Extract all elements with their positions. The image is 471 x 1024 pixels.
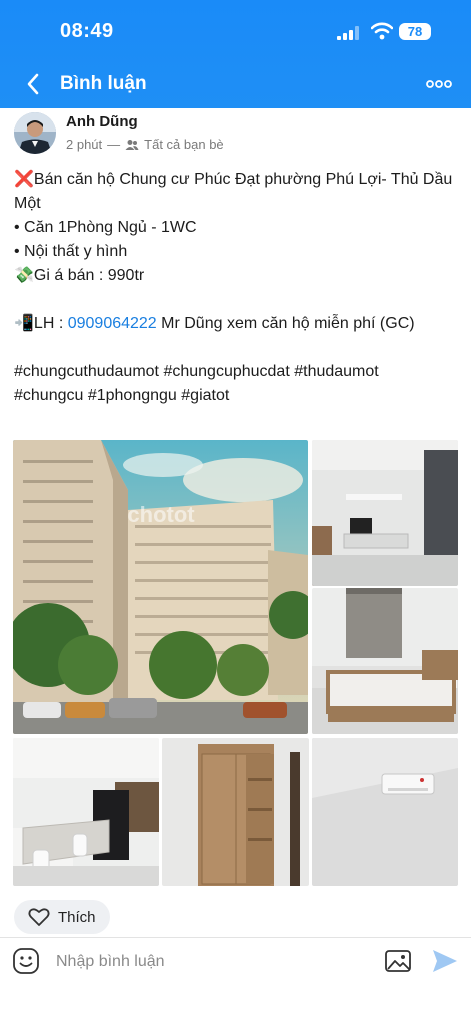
photo-building-exterior[interactable]: chotot [13,440,308,734]
page-title: Bình luận [60,73,147,94]
phone-link[interactable]: 0909064222 [68,315,157,332]
hashtags-line-2[interactable]: #chungcu #1phongngu #giatot [14,384,460,408]
photo-wardrobe[interactable] [162,738,309,886]
photo-kitchen[interactable] [13,738,159,886]
app-header: 08:49 78 Bình luận [0,0,471,108]
hashtags-line-1[interactable]: #chungcuthudaumot #chungcuphucdat #thuda… [14,360,460,384]
post-meta: 2 phút — Tất cả bạn bè [66,137,224,152]
like-label: Thích [58,908,96,926]
back-arrow-icon[interactable] [22,70,44,98]
author-avatar[interactable] [14,112,56,154]
post-line-price: 💸Gi á bán : 990tr [14,267,145,284]
photo-gallery: chotot [13,440,458,886]
photo-air-conditioner[interactable] [312,738,458,886]
watermark-text: chotot [127,502,195,527]
status-time: 08:49 [60,20,114,42]
image-icon[interactable] [384,947,412,975]
avatar-photo [14,112,56,154]
post-audience: Tất cả bạn bè [144,137,224,152]
post-line-furniture: • Nội thất y hình [14,243,128,260]
phone-icon: 📲 [14,315,34,332]
post-text: ❌Bán căn hộ Chung cư Phúc Đạt phường Phú… [14,168,460,408]
battery-indicator: 78 [399,23,431,40]
heart-icon [28,908,50,926]
cellular-signal-icon [337,26,359,40]
wifi-icon [371,22,393,40]
more-options-icon[interactable] [425,72,453,96]
post-line-title: ❌Bán căn hộ Chung cư Phúc Đạt phường Phú… [14,171,453,212]
sticker-icon[interactable] [12,947,40,975]
comment-input[interactable] [56,948,356,976]
money-icon: 💸 [14,267,34,284]
send-icon[interactable] [431,948,459,974]
post-time: 2 phút [66,137,103,152]
navbar: Bình luận [0,64,471,104]
meta-separator: — [107,137,121,152]
comment-composer [0,938,471,988]
post-line-bedrooms: • Căn 1Phòng Ngủ - 1WC [14,219,197,236]
status-bar: 08:49 78 [0,18,471,48]
friends-icon [125,139,139,150]
photo-bedroom[interactable] [312,588,458,734]
cross-mark-icon: ❌ [14,171,34,188]
post-line-contact: 📲LH : 0909064222 Mr Dũng xem căn hộ miễn… [14,315,415,332]
photo-living-room[interactable] [312,440,458,586]
like-button[interactable]: Thích [14,900,110,934]
author-name[interactable]: Anh Dũng [66,113,138,130]
